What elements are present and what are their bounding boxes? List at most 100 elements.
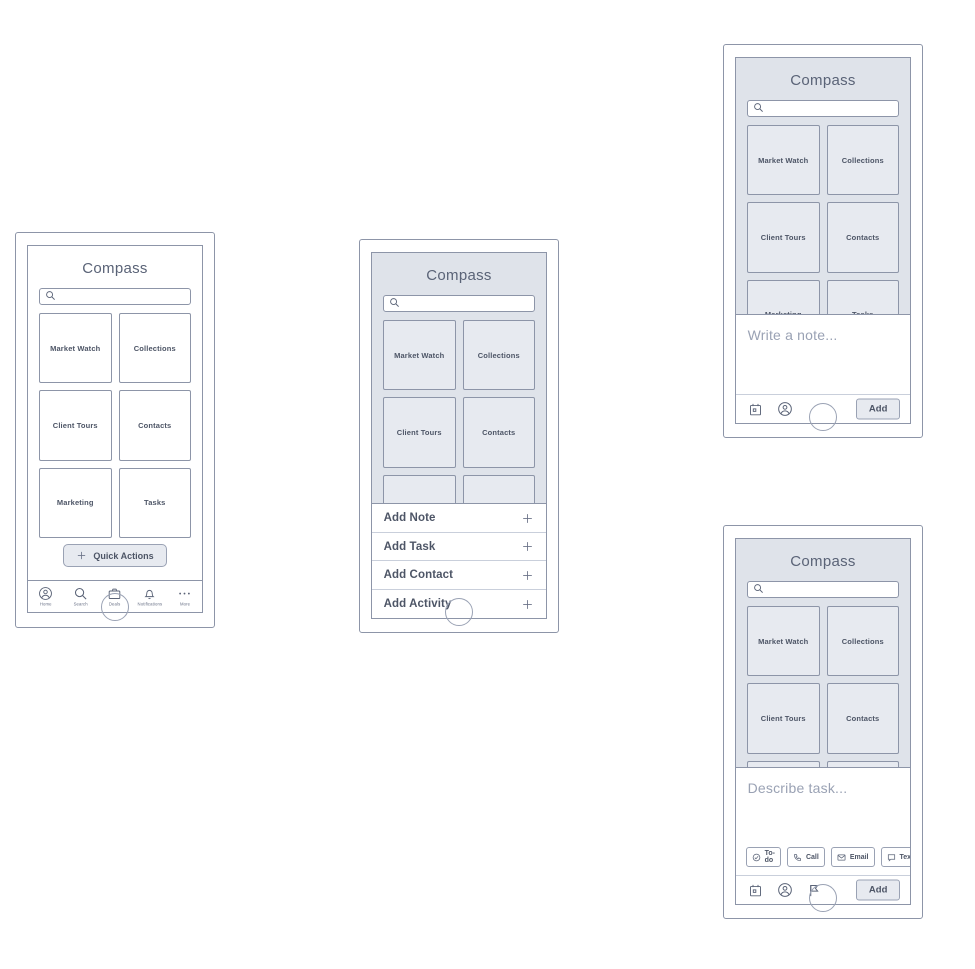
note-input[interactable]: Write a note...	[736, 315, 910, 394]
plus-icon	[76, 550, 87, 561]
search-input[interactable]	[747, 581, 899, 598]
bell-icon	[142, 586, 157, 601]
chip-text[interactable]: Text	[880, 847, 910, 868]
sheet-row-add-task[interactable]: Add Task	[372, 533, 546, 562]
tile-market-watch[interactable]: Market Watch	[747, 125, 820, 196]
tile-label: Client Tours	[760, 232, 806, 242]
sheet-row-label: Add Task	[383, 540, 436, 553]
search-icon	[389, 295, 400, 313]
page-title: Compass	[426, 267, 492, 284]
calendar-icon[interactable]	[748, 883, 763, 898]
tile-tasks[interactable]: Tasks	[118, 467, 191, 538]
search-input[interactable]	[383, 295, 535, 312]
sheet-row-label: Add Activity	[383, 598, 452, 611]
phone-home: Compass Market Watch Collections Client …	[15, 232, 215, 628]
note-add-button[interactable]: Add	[855, 398, 901, 420]
tile-label: Contacts	[482, 427, 516, 437]
phone-quick-actions: Compass Market Watch Collections Client …	[359, 239, 559, 633]
tile-label: Client Tours	[760, 713, 806, 723]
home-button[interactable]	[809, 884, 837, 912]
nav-item-home[interactable]: Home	[28, 586, 63, 607]
tile-label: Client Tours	[52, 420, 98, 430]
screen-home: Compass Market Watch Collections Client …	[27, 245, 203, 613]
tile-contacts[interactable]: Contacts	[826, 202, 899, 273]
search-icon	[753, 581, 764, 599]
tile-client-tours[interactable]: Client Tours	[383, 397, 456, 468]
nav-item-more[interactable]: More	[167, 586, 202, 607]
quick-actions-label: Quick Actions	[93, 550, 154, 561]
screen-task-composer: Compass Market Watch Collections Client …	[735, 538, 911, 905]
tile-market-watch[interactable]: Market Watch	[383, 320, 456, 391]
phone-task-composer: Compass Market Watch Collections Client …	[723, 525, 923, 919]
chip-label: To-do	[764, 850, 775, 865]
tile-label: Collections	[477, 350, 520, 360]
nav-item-label: Search	[73, 601, 88, 607]
chip-email[interactable]: Email	[830, 847, 875, 868]
plus-icon	[521, 540, 534, 553]
tile-marketing[interactable]: Marketing	[39, 467, 112, 538]
tile-collections[interactable]: Collections	[826, 125, 899, 196]
tile-label: Collections	[841, 636, 884, 646]
page-title: Compass	[82, 260, 148, 277]
tile-market-watch[interactable]: Market Watch	[39, 313, 112, 384]
chip-call[interactable]: Call	[786, 847, 825, 868]
plus-icon	[521, 569, 534, 582]
phone-note-composer: Compass Market Watch Collections Client …	[723, 44, 923, 438]
search-icon	[73, 586, 88, 601]
account-circle-icon[interactable]	[777, 401, 793, 417]
screen-quick-actions: Compass Market Watch Collections Client …	[371, 252, 547, 619]
page-title: Compass	[790, 553, 856, 570]
tile-label: Marketing	[56, 498, 94, 508]
nav-item-label: Notifications	[137, 601, 163, 607]
screen-note-composer: Compass Market Watch Collections Client …	[735, 57, 911, 424]
account-circle-icon	[38, 586, 53, 601]
chip-label: Email	[849, 853, 869, 861]
tile-client-tours[interactable]: Client Tours	[747, 202, 820, 273]
tile-label: Market Watch	[50, 343, 101, 353]
ellipsis-icon	[177, 586, 192, 601]
tile-label: Tasks	[144, 498, 166, 508]
tile-contacts[interactable]: Contacts	[826, 683, 899, 754]
chat-bubble-icon	[887, 853, 896, 862]
tile-market-watch[interactable]: Market Watch	[747, 606, 820, 677]
tile-client-tours[interactable]: Client Tours	[747, 683, 820, 754]
search-input[interactable]	[39, 288, 191, 305]
plus-icon	[521, 598, 534, 611]
calendar-icon[interactable]	[748, 402, 763, 417]
search-icon	[753, 100, 764, 118]
tile-collections[interactable]: Collections	[118, 313, 191, 384]
tile-collections[interactable]: Collections	[462, 320, 535, 391]
tile-label: Collections	[133, 343, 176, 353]
nav-item-notifications[interactable]: Notifications	[132, 586, 167, 607]
sheet-row-add-contact[interactable]: Add Contact	[372, 561, 546, 590]
tile-label: Client Tours	[396, 427, 442, 437]
page-title: Compass	[790, 72, 856, 89]
home-button[interactable]	[101, 593, 129, 621]
nav-item-label: More	[179, 601, 190, 607]
tile-label: Contacts	[846, 713, 880, 723]
task-input[interactable]: Describe task...	[736, 768, 910, 847]
search-input[interactable]	[747, 100, 899, 117]
chip-todo[interactable]: To-do	[745, 847, 781, 868]
home-button[interactable]	[809, 403, 837, 431]
nav-item-search[interactable]: Search	[63, 586, 98, 607]
quick-actions-button[interactable]: Quick Actions	[63, 544, 167, 567]
tile-label: Market Watch	[758, 155, 809, 165]
sheet-row-label: Add Note	[383, 512, 436, 525]
tile-client-tours[interactable]: Client Tours	[39, 390, 112, 461]
check-circle-icon	[752, 853, 761, 862]
task-type-chips: To-do Call Email Tex	[736, 847, 910, 875]
tile-collections[interactable]: Collections	[826, 606, 899, 677]
sheet-row-add-note[interactable]: Add Note	[372, 504, 546, 533]
tile-contacts[interactable]: Contacts	[462, 397, 535, 468]
search-icon	[45, 288, 56, 306]
module-grid: Market Watch Collections Client Tours Co…	[39, 313, 191, 538]
home-button[interactable]	[445, 598, 473, 626]
envelope-icon	[837, 853, 846, 862]
plus-icon	[521, 512, 534, 525]
phone-icon	[793, 853, 802, 862]
account-circle-icon[interactable]	[777, 882, 793, 898]
tile-contacts[interactable]: Contacts	[118, 390, 191, 461]
task-add-button[interactable]: Add	[855, 879, 901, 901]
chip-label: Call	[805, 853, 819, 861]
